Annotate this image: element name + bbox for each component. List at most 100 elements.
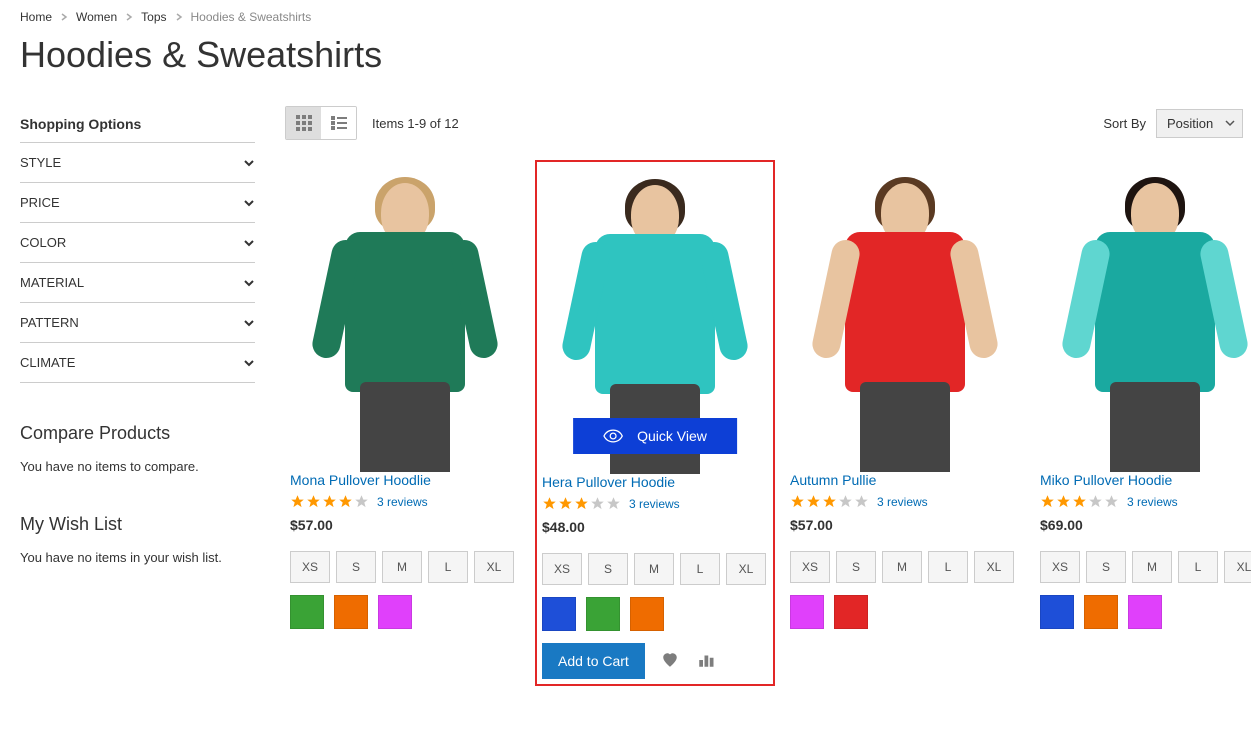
filter-list: STYLE PRICE COLORMATERIALPATTERNCLIMATE bbox=[20, 142, 255, 383]
star-icon bbox=[606, 496, 621, 511]
sort-by-label: Sort By bbox=[1103, 116, 1146, 131]
product-image[interactable]: Quick View bbox=[542, 167, 768, 464]
breadcrumb-current: Hoodies & Sweatshirts bbox=[191, 10, 312, 24]
size-option-l[interactable]: L bbox=[428, 551, 468, 583]
add-to-compare-button[interactable] bbox=[695, 649, 717, 674]
size-option-l[interactable]: L bbox=[928, 551, 968, 583]
size-option-xs[interactable]: XS bbox=[290, 551, 330, 583]
breadcrumb: Home Women Tops Hoodies & Sweatshirts bbox=[20, 10, 1231, 24]
star-icon bbox=[354, 494, 369, 509]
star-icon bbox=[1040, 494, 1055, 509]
size-option-s[interactable]: S bbox=[588, 553, 628, 585]
filter-label: STYLE bbox=[20, 155, 61, 170]
breadcrumb-link[interactable]: Women bbox=[76, 10, 117, 24]
product-name-link[interactable]: Autumn Pullie bbox=[790, 472, 876, 488]
add-to-wishlist-button[interactable] bbox=[659, 649, 681, 674]
star-icon bbox=[338, 494, 353, 509]
size-option-xs[interactable]: XS bbox=[790, 551, 830, 583]
chevron-right-icon bbox=[60, 10, 68, 24]
star-rating bbox=[290, 494, 369, 509]
size-option-m[interactable]: M bbox=[882, 551, 922, 583]
size-option-s[interactable]: S bbox=[1086, 551, 1126, 583]
add-to-cart-button[interactable]: Add to Cart bbox=[542, 643, 645, 679]
color-swatch[interactable] bbox=[1084, 595, 1118, 629]
size-swatches: XSSMLXL bbox=[290, 551, 520, 583]
product-image[interactable] bbox=[290, 165, 520, 462]
star-icon bbox=[574, 496, 589, 511]
quick-view-button[interactable]: Quick View bbox=[573, 418, 737, 454]
filter-label: PRICE bbox=[20, 195, 60, 210]
star-rating bbox=[790, 494, 869, 509]
compare-products-title: Compare Products bbox=[20, 423, 255, 444]
review-count-link[interactable]: 3 reviews bbox=[1127, 495, 1178, 509]
product-name-link[interactable]: Miko Pullover Hoodie bbox=[1040, 472, 1172, 488]
view-mode-switcher bbox=[285, 106, 357, 140]
product-name-link[interactable]: Hera Pullover Hoodie bbox=[542, 474, 675, 490]
review-count-link[interactable]: 3 reviews bbox=[877, 495, 928, 509]
size-option-s[interactable]: S bbox=[836, 551, 876, 583]
size-option-xl[interactable]: XL bbox=[474, 551, 514, 583]
rating-row: 3 reviews bbox=[790, 494, 1020, 509]
color-swatch[interactable] bbox=[630, 597, 664, 631]
color-swatch[interactable] bbox=[334, 595, 368, 629]
product-grid: Mona Pullover Hoodlie3 reviews$57.00XSSM… bbox=[285, 160, 1251, 686]
product-price: $57.00 bbox=[290, 517, 520, 533]
color-swatches bbox=[542, 597, 768, 631]
size-option-xl[interactable]: XL bbox=[974, 551, 1014, 583]
color-swatch[interactable] bbox=[790, 595, 824, 629]
review-count-link[interactable]: 3 reviews bbox=[629, 497, 680, 511]
filter-climate[interactable]: CLIMATE bbox=[20, 342, 255, 382]
size-option-l[interactable]: L bbox=[1178, 551, 1218, 583]
star-icon bbox=[1104, 494, 1119, 509]
rating-row: 3 reviews bbox=[1040, 494, 1251, 509]
size-option-m[interactable]: M bbox=[634, 553, 674, 585]
list-icon bbox=[331, 115, 347, 131]
product-image[interactable] bbox=[1040, 165, 1251, 462]
chevron-right-icon bbox=[175, 10, 183, 24]
star-icon bbox=[306, 494, 321, 509]
review-count-link[interactable]: 3 reviews bbox=[377, 495, 428, 509]
product-image[interactable] bbox=[790, 165, 1020, 462]
size-option-xs[interactable]: XS bbox=[542, 553, 582, 585]
size-option-xs[interactable]: XS bbox=[1040, 551, 1080, 583]
star-icon bbox=[790, 494, 805, 509]
filter-price[interactable]: PRICE bbox=[20, 182, 255, 222]
color-swatch[interactable] bbox=[378, 595, 412, 629]
star-rating bbox=[542, 496, 621, 511]
color-swatch[interactable] bbox=[1040, 595, 1074, 629]
sort-by-select[interactable]: Position bbox=[1156, 109, 1243, 138]
size-option-s[interactable]: S bbox=[336, 551, 376, 583]
size-option-xl[interactable]: XL bbox=[726, 553, 766, 585]
breadcrumb-link[interactable]: Tops bbox=[141, 10, 166, 24]
chevron-down-icon bbox=[243, 277, 255, 289]
star-icon bbox=[854, 494, 869, 509]
product-name-link[interactable]: Mona Pullover Hoodlie bbox=[290, 472, 431, 488]
color-swatch[interactable] bbox=[542, 597, 576, 631]
color-swatch[interactable] bbox=[586, 597, 620, 631]
color-swatches bbox=[290, 595, 520, 629]
size-swatches: XSSMLXL bbox=[542, 553, 768, 585]
heart-icon bbox=[661, 651, 679, 669]
color-swatch[interactable] bbox=[1128, 595, 1162, 629]
grid-view-button[interactable] bbox=[286, 107, 321, 139]
filter-material[interactable]: MATERIAL bbox=[20, 262, 255, 302]
page-title: Hoodies & Sweatshirts bbox=[20, 34, 1231, 76]
color-swatch[interactable] bbox=[290, 595, 324, 629]
color-swatch[interactable] bbox=[834, 595, 868, 629]
filter-color[interactable]: COLOR bbox=[20, 222, 255, 262]
eye-icon bbox=[603, 429, 623, 443]
star-icon bbox=[558, 496, 573, 511]
chevron-down-icon bbox=[243, 237, 255, 249]
product-card: Mona Pullover Hoodlie 3 reviews $57.00 XSSM… bbox=[285, 160, 525, 686]
filter-pattern[interactable]: PATTERN bbox=[20, 302, 255, 342]
breadcrumb-link[interactable]: Home bbox=[20, 10, 52, 24]
filter-style[interactable]: STYLE bbox=[20, 142, 255, 182]
bar-chart-icon bbox=[697, 651, 715, 669]
size-option-l[interactable]: L bbox=[680, 553, 720, 585]
list-view-button[interactable] bbox=[321, 107, 356, 139]
toolbar: Items 1-9 of 12 Sort By Position bbox=[285, 106, 1251, 140]
star-icon bbox=[542, 496, 557, 511]
size-option-xl[interactable]: XL bbox=[1224, 551, 1251, 583]
size-option-m[interactable]: M bbox=[1132, 551, 1172, 583]
size-option-m[interactable]: M bbox=[382, 551, 422, 583]
